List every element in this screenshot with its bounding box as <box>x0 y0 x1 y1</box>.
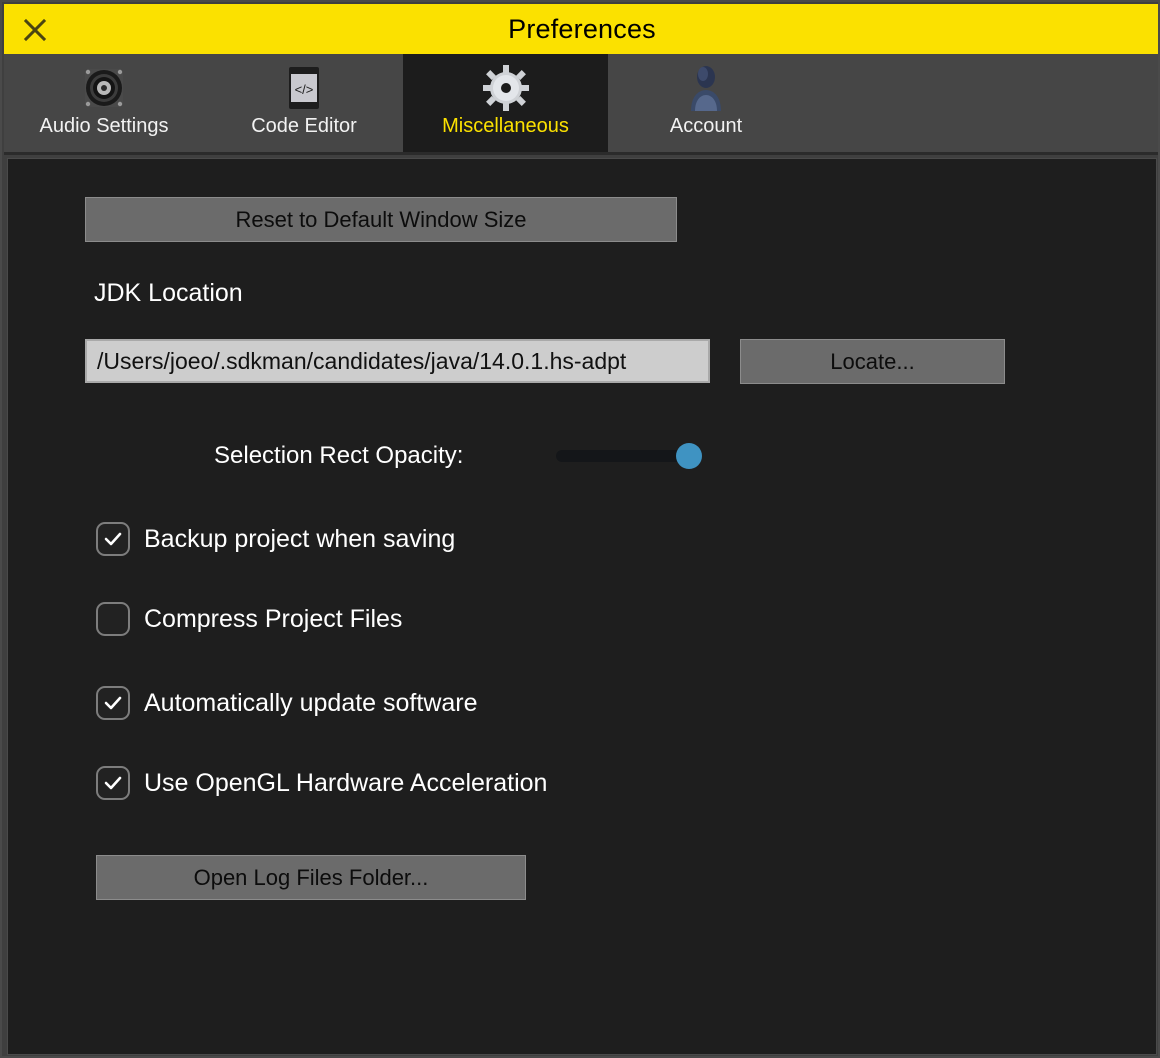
code-brackets-icon: </> <box>279 62 329 114</box>
checkbox-use-opengl-hardware-acceleration[interactable]: Use OpenGL Hardware Acceleration <box>96 766 547 800</box>
page-title: Preferences <box>508 13 656 44</box>
gear-icon <box>481 62 531 114</box>
preferences-window: Preferences Audio Settings </> Code Edit… <box>0 0 1160 1058</box>
tab-code-editor[interactable]: </> Code Editor <box>204 54 404 152</box>
preferences-content-panel: Reset to Default Window Size JDK Locatio… <box>7 158 1157 1055</box>
selection-rect-opacity-slider[interactable] <box>556 437 706 475</box>
checkbox-box[interactable] <box>96 766 130 800</box>
checkbox-automatically-update-software[interactable]: Automatically update software <box>96 686 478 720</box>
tab-miscellaneous[interactable]: Miscellaneous <box>403 54 608 152</box>
checkbox-box[interactable] <box>96 686 130 720</box>
checkbox-backup-project[interactable]: Backup project when saving <box>96 522 455 556</box>
tab-label: Audio Settings <box>39 115 169 137</box>
checkbox-label: Automatically update software <box>144 688 478 717</box>
tab-bar: Audio Settings </> Code Editor Miscellan… <box>4 54 1158 155</box>
check-icon <box>104 776 122 790</box>
reset-window-size-button[interactable]: Reset to Default Window Size <box>85 197 677 242</box>
slider-thumb[interactable] <box>676 443 702 469</box>
tab-label: Code Editor <box>251 115 357 137</box>
tab-label: Miscellaneous <box>442 115 569 137</box>
jdk-location-label: JDK Location <box>94 279 243 307</box>
tab-account[interactable]: Account <box>608 54 804 152</box>
checkbox-box[interactable] <box>96 602 130 636</box>
check-icon <box>104 532 122 546</box>
close-icon[interactable] <box>20 15 50 45</box>
checkbox-label: Backup project when saving <box>144 524 456 553</box>
checkbox-compress-project-files[interactable]: Compress Project Files <box>96 602 402 636</box>
check-icon <box>104 696 122 710</box>
locate-button[interactable]: Locate... <box>740 339 1005 384</box>
tab-label: Account <box>669 115 743 137</box>
user-bust-icon <box>681 62 731 114</box>
tab-audio-settings[interactable]: Audio Settings <box>4 54 204 152</box>
open-log-files-folder-button[interactable]: Open Log Files Folder... <box>96 855 526 900</box>
jdk-path-input[interactable]: /Users/joeo/.sdkman/candidates/java/14.0… <box>85 339 710 383</box>
checkbox-box[interactable] <box>96 522 130 556</box>
checkbox-label: Use OpenGL Hardware Acceleration <box>144 768 548 797</box>
checkbox-label: Compress Project Files <box>144 604 403 633</box>
speaker-icon <box>79 62 129 114</box>
selection-rect-opacity-label: Selection Rect Opacity: <box>214 442 464 469</box>
svg-text:</>: </> <box>295 82 314 97</box>
title-bar: Preferences <box>4 4 1158 54</box>
